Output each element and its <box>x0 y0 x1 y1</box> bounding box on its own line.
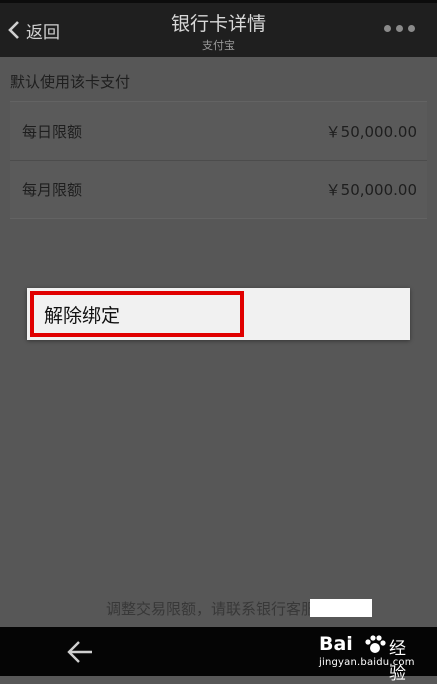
more-options-button[interactable] <box>384 25 415 32</box>
page-subtitle: 支付宝 <box>202 39 235 52</box>
monthly-limit-label: 每月限额 <box>22 181 83 199</box>
content-area: 默认使用该卡支付 每日限额 ￥50,000.00 每月限额 ￥50,000.00 <box>0 57 437 627</box>
limits-card: 每日限额 ￥50,000.00 每月限额 ￥50,000.00 <box>10 101 427 219</box>
list-item-monthly-limit[interactable]: 每月限额 ￥50,000.00 <box>10 160 427 218</box>
unbind-menu-item[interactable]: 解除绑定 <box>30 291 244 337</box>
watermark-url: jingyan.baidu.com <box>319 657 415 668</box>
list-item-daily-limit[interactable]: 每日限额 ￥50,000.00 <box>10 102 427 161</box>
monthly-limit-value: ￥50,000.00 <box>325 181 417 199</box>
daily-limit-value: ￥50,000.00 <box>325 123 417 141</box>
default-pay-label[interactable]: 默认使用该卡支付 <box>10 71 130 92</box>
redaction-block <box>310 599 372 617</box>
context-menu: 解除绑定 <box>27 288 410 340</box>
dot-icon <box>396 25 403 32</box>
navigation-bar: Bai 经验 jingyan.baidu.com <box>0 627 437 684</box>
watermark-brand: Bai <box>319 633 353 655</box>
nav-back-button[interactable] <box>66 640 94 668</box>
paw-icon <box>365 635 386 653</box>
page-title: 银行卡详情 <box>170 13 266 35</box>
title-bar: 返回 银行卡详情 支付宝 <box>0 3 437 57</box>
baidu-jingyan-watermark: Bai 经验 jingyan.baidu.com <box>319 633 419 684</box>
unbind-label: 解除绑定 <box>44 304 121 327</box>
dot-icon <box>384 25 391 32</box>
daily-limit-label: 每日限额 <box>22 123 83 141</box>
dot-icon <box>408 25 415 32</box>
arrow-left-icon <box>67 641 92 663</box>
